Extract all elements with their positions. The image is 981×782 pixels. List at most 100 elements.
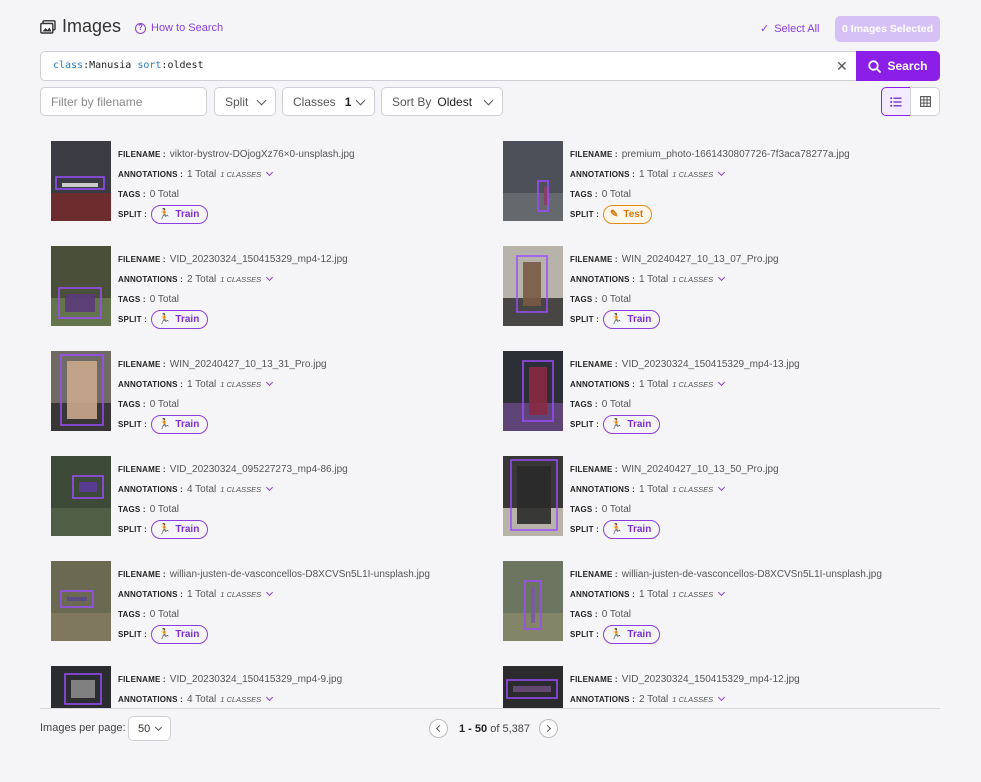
search-input[interactable]: class:Manusia sort:oldest — [53, 60, 204, 71]
grid-icon — [919, 96, 931, 107]
split-badge[interactable]: ✎ Test — [602, 204, 653, 224]
image-list-item[interactable]: FILENAME : WIN_20240427_10_13_50_Pro.jpg A… — [492, 445, 932, 539]
image-list-item[interactable]: FILENAME : willian-justen-de-vasconcellos… — [492, 550, 932, 644]
image-thumbnail[interactable] — [503, 246, 563, 326]
split-label: SPLIT : — [118, 419, 147, 429]
split-dropdown-label: Split — [225, 94, 249, 109]
image-thumbnail[interactable] — [51, 456, 111, 536]
split-badge[interactable]: 🏃 Train — [150, 624, 209, 644]
per-page-select[interactable]: 50 — [128, 716, 171, 741]
image-list-item[interactable]: FILENAME : VID_20230324_150415329_mp4-9.j… — [40, 655, 480, 708]
filename-value: VID_20230324_150415329_mp4-13.jpg — [621, 358, 800, 370]
image-thumbnail[interactable] — [51, 561, 111, 641]
search-bar[interactable]: class:Manusia sort:oldest ✕ Search — [40, 51, 940, 81]
classes-count-label[interactable]: 1 CLASSES — [672, 485, 713, 494]
split-badge[interactable]: 🏃 Train — [150, 519, 209, 539]
image-thumbnail[interactable] — [51, 246, 111, 326]
next-page-button[interactable] — [539, 719, 558, 738]
filename-label: FILENAME : — [118, 359, 166, 369]
split-badge[interactable]: 🏃 Train — [602, 519, 661, 539]
grid-view-button[interactable] — [910, 87, 940, 116]
tags-value: 0 Total — [601, 188, 632, 200]
chevron-down-icon[interactable] — [266, 378, 274, 387]
split-badge[interactable]: 🏃 Train — [150, 309, 209, 329]
tags-label: TAGS : — [570, 189, 598, 199]
page-title: Images — [62, 16, 122, 36]
classes-count-label[interactable]: 1 CLASSES — [672, 590, 713, 599]
chevron-down-icon[interactable] — [266, 273, 274, 282]
annotations-label: ANNOTATIONS : — [570, 274, 635, 284]
classes-count-label[interactable]: 1 CLASSES — [220, 485, 261, 494]
chevron-down-icon[interactable] — [718, 588, 726, 597]
chevron-down-icon[interactable] — [718, 273, 726, 282]
image-list-item[interactable]: FILENAME : VID_20230324_095227273_mp4-86.… — [40, 445, 480, 539]
filename-value: premium_photo-1661430807726-7f3aca78277a… — [621, 148, 850, 160]
annotations-label: ANNOTATIONS : — [118, 379, 183, 389]
image-list-item[interactable]: FILENAME : VID_20230324_150415329_mp4-13.… — [492, 340, 932, 434]
chevron-down-icon[interactable] — [266, 168, 274, 177]
image-thumbnail[interactable] — [503, 141, 563, 221]
chevron-down-icon[interactable] — [718, 168, 726, 177]
image-thumbnail[interactable] — [51, 666, 111, 708]
chevron-down-icon[interactable] — [718, 693, 726, 702]
image-thumbnail[interactable] — [503, 666, 563, 708]
image-list-item[interactable]: FILENAME : VID_20230324_150415329_mp4-12.… — [40, 235, 480, 329]
chevron-down-icon[interactable] — [718, 378, 726, 387]
image-thumbnail[interactable] — [503, 351, 563, 431]
search-button[interactable]: Search — [856, 51, 940, 81]
split-dropdown[interactable]: Split — [214, 87, 276, 116]
image-metadata: FILENAME : VID_20230324_095227273_mp4-86.… — [118, 459, 348, 539]
classes-count-label[interactable]: 1 CLASSES — [220, 590, 261, 599]
annotations-label: ANNOTATIONS : — [118, 169, 183, 179]
sort-by-dropdown[interactable]: Sort By Oldest — [381, 87, 503, 116]
image-list-item[interactable]: FILENAME : WIN_20240427_10_13_31_Pro.jpg A… — [40, 340, 480, 434]
tags-label: TAGS : — [570, 399, 598, 409]
images-selected-button[interactable]: 0 Images Selected — [835, 16, 940, 42]
image-thumbnail[interactable] — [503, 456, 563, 536]
classes-count-label[interactable]: 1 CLASSES — [672, 380, 713, 389]
chevron-down-icon[interactable] — [266, 693, 274, 702]
query-value-class: Manusia — [89, 60, 132, 71]
split-badge[interactable]: 🏃 Train — [150, 414, 209, 434]
image-list-item[interactable]: FILENAME : WIN_20240427_10_13_07_Pro.jpg A… — [492, 235, 932, 329]
running-icon: 🏃 — [609, 628, 623, 640]
classes-count-label[interactable]: 1 CLASSES — [672, 275, 713, 284]
chevron-down-icon[interactable] — [266, 483, 274, 492]
per-page-value: 50 — [138, 722, 151, 735]
image-thumbnail[interactable] — [51, 141, 111, 221]
chevron-down-icon[interactable] — [266, 588, 274, 597]
classes-count-label[interactable]: 1 CLASSES — [220, 695, 261, 704]
clear-search-icon[interactable]: ✕ — [836, 58, 848, 75]
classes-count-label[interactable]: 1 CLASSES — [672, 170, 713, 179]
how-to-search-link[interactable]: ? How to Search — [135, 22, 223, 34]
split-badge[interactable]: 🏃 Train — [602, 309, 661, 329]
image-thumbnail[interactable] — [51, 351, 111, 431]
previous-page-button[interactable] — [429, 719, 448, 738]
classes-count-label[interactable]: 1 CLASSES — [220, 380, 261, 389]
image-list-item[interactable]: FILENAME : premium_photo-1661430807726-7f… — [492, 130, 932, 224]
image-metadata: FILENAME : WIN_20240427_10_13_31_Pro.jpg A… — [118, 354, 327, 434]
annotations-value: 1 Total — [638, 588, 669, 600]
chevron-down-icon — [483, 95, 494, 106]
classes-count-label[interactable]: 1 CLASSES — [672, 695, 713, 704]
search-button-label: Search — [887, 59, 928, 73]
image-metadata: FILENAME : VID_20230324_150415329_mp4-12.… — [570, 669, 800, 708]
filename-label: FILENAME : — [570, 569, 618, 579]
tag-icon: ✎ — [609, 208, 619, 220]
classes-count-label[interactable]: 1 CLASSES — [220, 275, 261, 284]
select-all-button[interactable]: ✓ Select All — [760, 22, 819, 36]
image-thumbnail[interactable] — [503, 561, 563, 641]
split-badge[interactable]: 🏃 Train — [602, 624, 661, 644]
filename-label: FILENAME : — [570, 254, 618, 264]
split-badge[interactable]: 🏃 Train — [602, 414, 661, 434]
image-list-item[interactable]: FILENAME : willian-justen-de-vasconcellos… — [40, 550, 480, 644]
classes-count: 1 — [344, 94, 352, 109]
image-list-item[interactable]: FILENAME : VID_20230324_150415329_mp4-12.… — [492, 655, 932, 708]
classes-count-label[interactable]: 1 CLASSES — [220, 170, 261, 179]
chevron-down-icon[interactable] — [718, 483, 726, 492]
classes-dropdown[interactable]: Classes 1 — [282, 87, 375, 116]
split-badge[interactable]: 🏃 Train — [150, 204, 209, 224]
list-view-button[interactable] — [881, 87, 911, 116]
image-list-item[interactable]: FILENAME : viktor-bystrov-DOjogXz76×0-uns… — [40, 130, 480, 224]
filename-filter-input[interactable]: Filter by filename — [40, 87, 207, 116]
